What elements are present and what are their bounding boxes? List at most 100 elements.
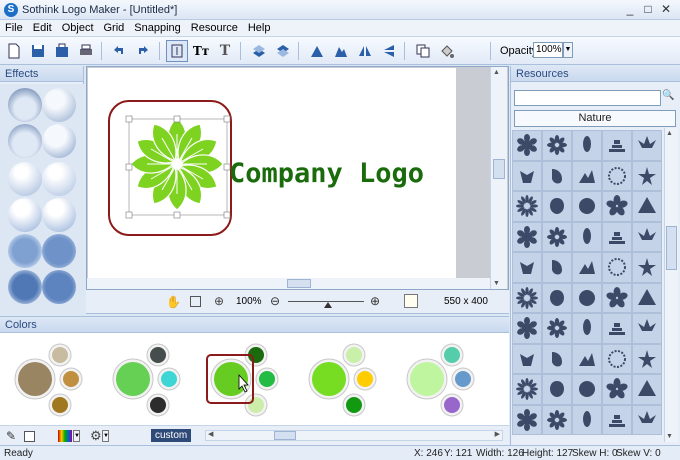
flower-shape[interactable] bbox=[130, 117, 224, 211]
resize-handle[interactable] bbox=[125, 211, 133, 219]
menu-resource[interactable]: Resource bbox=[186, 20, 243, 36]
resource-shape[interactable] bbox=[512, 374, 542, 405]
menu-object[interactable]: Object bbox=[57, 20, 99, 36]
resource-shape[interactable] bbox=[542, 343, 572, 374]
resize-handle[interactable] bbox=[173, 115, 181, 123]
paint-bucket-icon[interactable] bbox=[436, 40, 458, 62]
resource-shape[interactable] bbox=[542, 313, 572, 344]
resource-shape[interactable] bbox=[572, 221, 602, 252]
save-icon[interactable] bbox=[27, 40, 49, 62]
resource-shape[interactable] bbox=[512, 160, 542, 191]
resource-shape[interactable] bbox=[632, 374, 662, 405]
resource-shape[interactable] bbox=[632, 313, 662, 344]
resource-shape[interactable] bbox=[572, 252, 602, 283]
chevron-down-icon[interactable]: ▼ bbox=[73, 430, 80, 442]
resource-shape[interactable] bbox=[512, 282, 542, 313]
color-swatch[interactable] bbox=[24, 431, 35, 442]
effect-swatch[interactable] bbox=[8, 234, 42, 268]
resource-shape[interactable] bbox=[632, 160, 662, 191]
effect-swatch[interactable] bbox=[42, 270, 76, 304]
effect-swatch[interactable] bbox=[42, 198, 76, 232]
resource-shape[interactable] bbox=[632, 252, 662, 283]
flip-vertical-icon[interactable] bbox=[378, 40, 400, 62]
resource-shape[interactable] bbox=[602, 282, 632, 313]
resource-shape[interactable] bbox=[632, 191, 662, 222]
distribute-icon[interactable] bbox=[330, 40, 352, 62]
resize-handle[interactable] bbox=[125, 115, 133, 123]
resource-shape[interactable] bbox=[602, 160, 632, 191]
menu-file[interactable]: File bbox=[0, 20, 28, 36]
bring-front-icon[interactable] bbox=[248, 40, 270, 62]
menu-help[interactable]: Help bbox=[243, 20, 276, 36]
fit-page-icon[interactable] bbox=[190, 296, 201, 307]
text-tool-icon[interactable]: Tт bbox=[190, 40, 212, 62]
resource-shape[interactable] bbox=[512, 313, 542, 344]
resource-category-select[interactable]: Nature bbox=[514, 110, 676, 127]
flip-horizontal-icon[interactable] bbox=[354, 40, 376, 62]
minimize-button[interactable]: _ bbox=[620, 2, 640, 18]
resource-search-input[interactable] bbox=[514, 90, 661, 106]
resource-shape[interactable] bbox=[572, 191, 602, 222]
resource-shape[interactable] bbox=[512, 130, 542, 161]
zoom-out-icon[interactable]: ⊖ bbox=[270, 294, 280, 308]
resource-shape[interactable] bbox=[572, 160, 602, 191]
resize-handle[interactable] bbox=[223, 211, 231, 219]
resource-shape[interactable] bbox=[632, 343, 662, 374]
resource-shape[interactable] bbox=[512, 252, 542, 283]
resource-shape[interactable] bbox=[542, 221, 572, 252]
redo-icon[interactable] bbox=[132, 40, 154, 62]
resource-shape[interactable] bbox=[542, 252, 572, 283]
zoom-in-icon[interactable]: ⊕ bbox=[370, 294, 380, 308]
color-scheme[interactable] bbox=[206, 343, 279, 417]
menu-grid[interactable]: Grid bbox=[99, 20, 130, 36]
resource-shape[interactable] bbox=[572, 282, 602, 313]
menu-snapping[interactable]: Snapping bbox=[129, 20, 186, 36]
page-color-icon[interactable] bbox=[404, 294, 418, 308]
resource-shape[interactable] bbox=[572, 404, 602, 435]
effect-swatch[interactable] bbox=[8, 88, 42, 122]
gear-icon[interactable]: ⚙ bbox=[90, 428, 102, 444]
resource-shape[interactable] bbox=[572, 130, 602, 161]
resource-shape[interactable] bbox=[542, 404, 572, 435]
resource-shape[interactable] bbox=[542, 130, 572, 161]
effect-swatch[interactable] bbox=[42, 88, 76, 122]
hand-tool-icon[interactable]: ✋ bbox=[166, 295, 181, 309]
zoom-slider-thumb[interactable] bbox=[324, 302, 332, 308]
effect-swatch[interactable] bbox=[8, 162, 42, 196]
effect-swatch[interactable] bbox=[8, 198, 42, 232]
undo-icon[interactable] bbox=[108, 40, 130, 62]
palette-icon[interactable] bbox=[58, 430, 72, 442]
resource-shape[interactable] bbox=[512, 404, 542, 435]
send-back-icon[interactable] bbox=[272, 40, 294, 62]
canvas-horizontal-scrollbar[interactable] bbox=[87, 278, 490, 289]
effect-swatch[interactable] bbox=[8, 124, 42, 158]
close-button[interactable]: ✕ bbox=[656, 2, 676, 18]
resource-shape[interactable] bbox=[512, 191, 542, 222]
resize-handle[interactable] bbox=[173, 211, 181, 219]
resource-shape[interactable] bbox=[542, 374, 572, 405]
resize-handle[interactable] bbox=[125, 163, 133, 171]
resource-shape[interactable] bbox=[572, 374, 602, 405]
menu-edit[interactable]: Edit bbox=[28, 20, 57, 36]
resource-shape[interactable] bbox=[602, 343, 632, 374]
logo-text[interactable]: Company Logo bbox=[229, 158, 424, 189]
art-text-icon[interactable]: T bbox=[214, 40, 236, 62]
canvas-page[interactable]: Company Logo bbox=[88, 68, 456, 278]
resource-shape[interactable] bbox=[632, 221, 662, 252]
logo-artwork[interactable]: Company Logo bbox=[88, 68, 456, 278]
resource-shape[interactable] bbox=[542, 191, 572, 222]
print-icon[interactable] bbox=[75, 40, 97, 62]
resource-shape[interactable] bbox=[632, 404, 662, 435]
resource-shape[interactable] bbox=[542, 160, 572, 191]
resource-shape[interactable] bbox=[512, 343, 542, 374]
resource-scrollbar[interactable]: ▲ ▼ bbox=[664, 128, 678, 442]
eyedropper-icon[interactable]: ✎ bbox=[6, 429, 16, 443]
new-icon[interactable] bbox=[3, 40, 25, 62]
resource-shape[interactable] bbox=[572, 343, 602, 374]
resource-shape[interactable] bbox=[602, 313, 632, 344]
resource-shape[interactable] bbox=[572, 313, 602, 344]
effect-swatch[interactable] bbox=[42, 162, 76, 196]
color-scheme[interactable] bbox=[406, 343, 475, 417]
export-icon[interactable] bbox=[51, 40, 73, 62]
color-scheme[interactable] bbox=[14, 343, 83, 417]
